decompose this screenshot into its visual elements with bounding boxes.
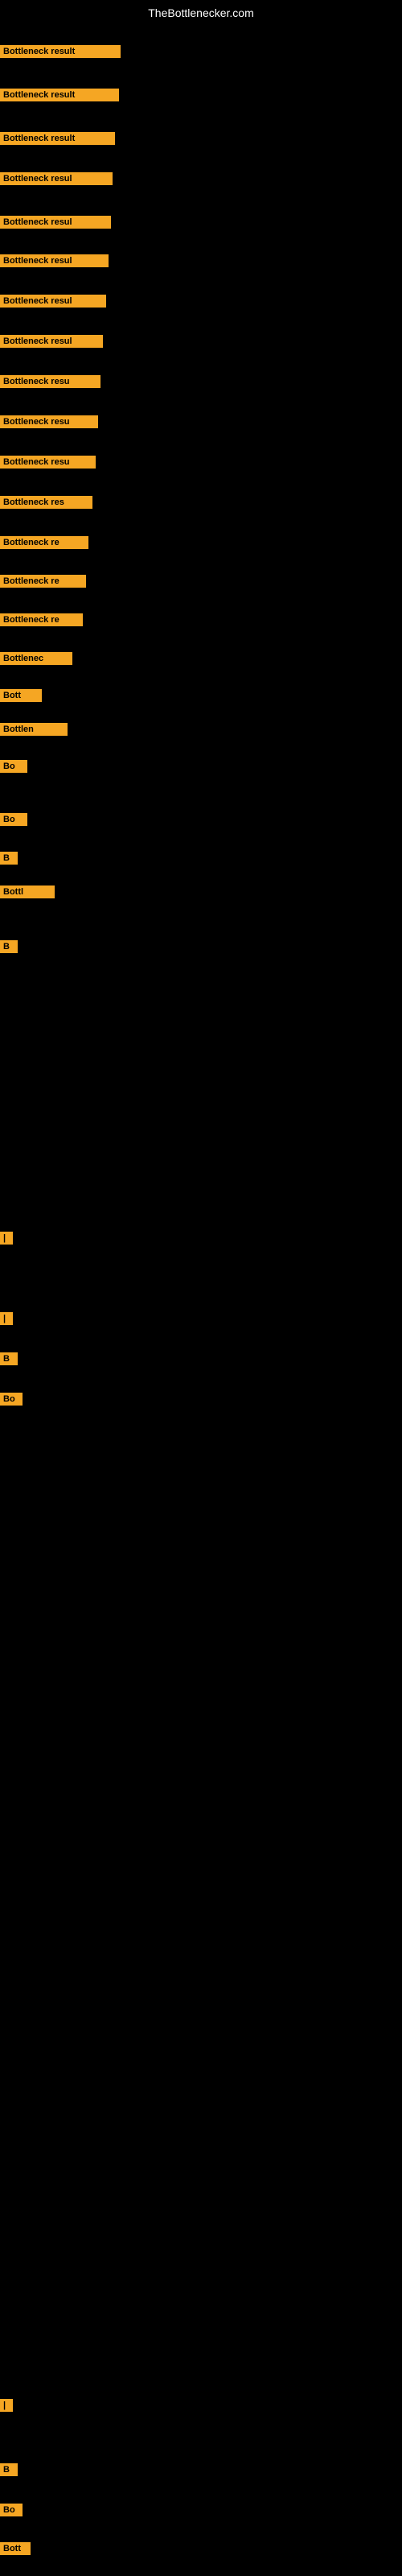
bottleneck-result-item: | <box>0 1232 13 1245</box>
bottleneck-result-item: Bottleneck re <box>0 613 83 626</box>
bottleneck-result-item: Bottleneck resul <box>0 216 111 229</box>
bottleneck-result-item: Bottleneck resul <box>0 254 109 267</box>
bottleneck-result-item: | <box>0 2399 13 2412</box>
bottleneck-result-item: Bottleneck resul <box>0 172 113 185</box>
bottleneck-result-item: Bo <box>0 2504 23 2516</box>
bottleneck-result-item: Bo <box>0 1393 23 1406</box>
bottleneck-result-item: B <box>0 852 18 865</box>
bottleneck-result-item: Bott <box>0 2542 31 2555</box>
bottleneck-result-item: Bottleneck result <box>0 89 119 101</box>
bottleneck-result-item: Bottleneck res <box>0 496 92 509</box>
bottleneck-result-item: B <box>0 2463 18 2476</box>
bottleneck-result-item: Bottleneck re <box>0 536 88 549</box>
site-title: TheBottlenecker.com <box>0 0 402 26</box>
bottleneck-result-item: Bo <box>0 760 27 773</box>
bottleneck-result-item: Bottleneck resu <box>0 375 100 388</box>
bottleneck-result-item: Bottleneck re <box>0 575 86 588</box>
bottleneck-result-item: Bott <box>0 689 42 702</box>
bottleneck-result-item: Bo <box>0 813 27 826</box>
bottleneck-result-item: B <box>0 1352 18 1365</box>
bottleneck-result-item: | <box>0 1312 13 1325</box>
bottleneck-result-item: Bottl <box>0 886 55 898</box>
bottleneck-result-item: Bottleneck resul <box>0 335 103 348</box>
bottleneck-result-item: Bottlenec <box>0 652 72 665</box>
bottleneck-result-item: Bottleneck resu <box>0 415 98 428</box>
bottleneck-result-item: Bottleneck resul <box>0 295 106 308</box>
bottleneck-result-item: Bottleneck resu <box>0 456 96 469</box>
bottleneck-result-item: B <box>0 940 18 953</box>
bottleneck-result-item: Bottlen <box>0 723 68 736</box>
bottleneck-result-item: Bottleneck result <box>0 132 115 145</box>
bottleneck-result-item: Bottleneck result <box>0 45 121 58</box>
